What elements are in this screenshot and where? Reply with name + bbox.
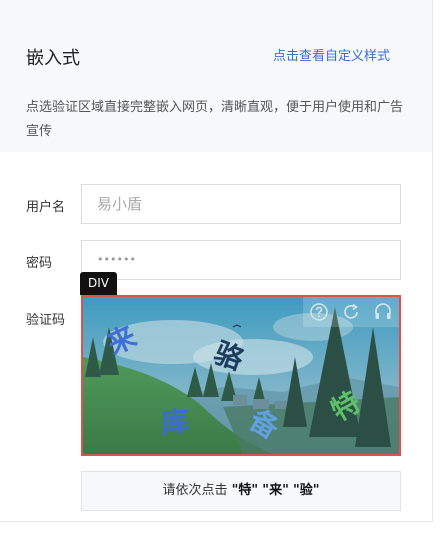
- captcha-image[interactable]: 来 骆 库 备 特: [81, 295, 401, 456]
- captcha-toolbar: [303, 297, 399, 327]
- username-label: 用户名: [26, 200, 66, 215]
- custom-style-link[interactable]: 点击查看自定义样式: [273, 45, 390, 64]
- description-text: 点选验证区域直接完整嵌入网页，清晰直观，便于用户使用和广告宣传: [26, 100, 404, 139]
- instruction-prefix: 请依次点击: [162, 483, 228, 498]
- username-input[interactable]: 易小盾: [81, 184, 401, 224]
- embed-header: 嵌入式 点击查看自定义样式 点选验证区域直接完整嵌入网页，清晰直观，便于用户使用…: [0, 0, 432, 152]
- captcha-instruction: 请依次点击 "特" "来" "验": [81, 471, 401, 511]
- password-input[interactable]: ••••••: [81, 240, 401, 280]
- instruction-target: "来": [262, 483, 289, 498]
- page-title: 嵌入式: [26, 48, 80, 69]
- refresh-icon[interactable]: [340, 301, 362, 323]
- audio-icon[interactable]: [372, 301, 394, 323]
- help-icon[interactable]: [308, 301, 330, 323]
- captcha-label: 验证码: [26, 313, 66, 328]
- captcha-char[interactable]: 库: [159, 400, 191, 442]
- debug-element-tag: DIV: [80, 272, 117, 295]
- panel-right-border: [432, 0, 433, 522]
- instruction-target: "特": [231, 483, 259, 498]
- panel-bottom-border: [0, 521, 433, 522]
- instruction-target: "验": [292, 483, 320, 498]
- password-label: 密码: [26, 256, 53, 271]
